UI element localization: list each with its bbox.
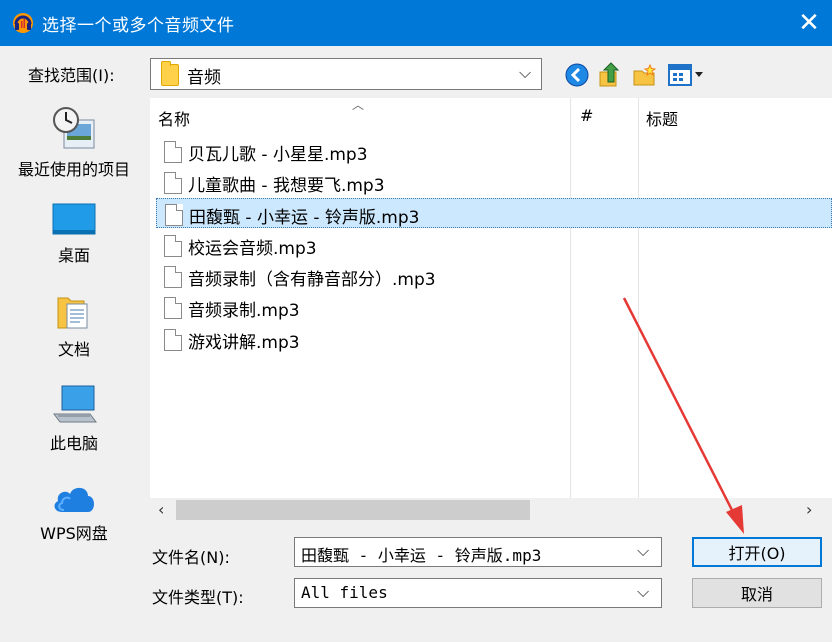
- file-icon: [164, 266, 182, 288]
- chevron-down-icon[interactable]: ⌵: [637, 582, 649, 602]
- new-folder-button[interactable]: [632, 62, 658, 88]
- file-list[interactable]: ︿ 名称 # 标题 贝瓦儿歌 - 小星星.mp3 儿童歌曲 - 我想要飞.mp3…: [150, 98, 832, 498]
- filename-label: 文件名(N):: [152, 548, 230, 567]
- place-label: 文档: [57, 340, 90, 359]
- lookin-label: 查找范围(I):: [28, 66, 115, 85]
- file-row[interactable]: 游戏讲解.mp3: [156, 324, 832, 354]
- place-label: 最近使用的项目: [17, 160, 130, 179]
- desktop-icon: [52, 203, 96, 235]
- filename-combobox[interactable]: 田馥甄 - 小幸运 - 铃声版.mp3 ⌵: [294, 537, 662, 567]
- window-title: 选择一个或多个音频文件: [42, 16, 235, 36]
- view-menu-button[interactable]: [666, 62, 710, 88]
- cancel-button[interactable]: 取消: [692, 578, 822, 608]
- up-folder-icon: [599, 62, 620, 87]
- file-icon: [164, 297, 182, 319]
- filetype-select[interactable]: All files ⌵: [294, 578, 662, 608]
- file-name: 游戏讲解.mp3: [188, 333, 300, 353]
- file-row-selected[interactable]: 田馥甄 - 小幸运 - 铃声版.mp3: [156, 198, 832, 228]
- file-icon: [165, 204, 183, 226]
- recent-items-icon: [53, 107, 95, 149]
- audacity-app-icon: [13, 13, 33, 33]
- scroll-right-icon[interactable]: ›: [806, 500, 812, 519]
- close-button[interactable]: ✕: [786, 0, 832, 46]
- new-folder-icon: [633, 63, 657, 86]
- filetype-label: 文件类型(T):: [152, 588, 244, 607]
- open-button[interactable]: 打开(O): [692, 537, 822, 567]
- file-icon: [164, 235, 182, 257]
- place-label: WPS网盘: [40, 524, 108, 543]
- file-icon: [164, 172, 182, 194]
- back-arrow-icon: [565, 63, 589, 87]
- place-documents[interactable]: 文档: [0, 292, 148, 360]
- lookin-combobox[interactable]: 音频 ⌵: [150, 58, 542, 90]
- file-row[interactable]: 贝瓦儿歌 - 小星星.mp3: [156, 136, 832, 166]
- lookin-value: 音频: [187, 68, 221, 88]
- file-name: 儿童歌曲 - 我想要飞.mp3: [188, 176, 385, 196]
- place-label: 此电脑: [49, 434, 98, 453]
- filename-value: 田馥甄 - 小幸运 - 铃声版.mp3: [301, 546, 542, 565]
- file-row[interactable]: 校运会音频.mp3: [156, 230, 832, 260]
- file-row[interactable]: 音频录制.mp3: [156, 292, 832, 322]
- filetype-value: All files: [301, 583, 388, 602]
- file-name: 音频录制（含有静音部分）.mp3: [188, 270, 436, 290]
- sort-ascending-icon: ︿: [352, 98, 365, 112]
- title-bar: 选择一个或多个音频文件 ✕: [0, 0, 832, 46]
- back-button[interactable]: [564, 62, 590, 88]
- this-pc-icon: [53, 385, 97, 423]
- file-name: 田馥甄 - 小幸运 - 铃声版.mp3: [189, 208, 420, 228]
- file-name: 校运会音频.mp3: [188, 239, 317, 259]
- file-name: 音频录制.mp3: [188, 301, 300, 321]
- documents-icon: [57, 297, 88, 329]
- up-one-level-button[interactable]: [598, 62, 622, 88]
- scrollbar-thumb[interactable]: [176, 500, 530, 520]
- scroll-left-icon[interactable]: ‹: [158, 500, 164, 519]
- place-wps-cloud[interactable]: WPS网盘: [0, 480, 148, 544]
- file-row[interactable]: 儿童歌曲 - 我想要飞.mp3: [156, 167, 832, 197]
- place-desktop[interactable]: 桌面: [0, 202, 148, 266]
- place-this-pc[interactable]: 此电脑: [0, 384, 148, 454]
- close-icon: ✕: [798, 8, 820, 38]
- view-menu-icon: [668, 64, 703, 86]
- wps-cloud-icon: [54, 487, 94, 512]
- file-icon: [164, 329, 182, 351]
- chevron-down-icon[interactable]: ⌵: [637, 541, 649, 561]
- folder-icon: [161, 61, 179, 86]
- file-name: 贝瓦儿歌 - 小星星.mp3: [188, 145, 368, 165]
- horizontal-scrollbar[interactable]: ‹ ›: [150, 498, 832, 522]
- places-bar: 最近使用的项目 桌面 文档 此电脑 WPS网盘: [0, 98, 148, 642]
- file-icon: [164, 141, 182, 163]
- place-recent-items[interactable]: 最近使用的项目: [0, 106, 148, 180]
- chevron-down-icon: ⌵: [519, 63, 532, 82]
- file-row[interactable]: 音频录制（含有静音部分）.mp3: [156, 261, 832, 291]
- place-label: 桌面: [57, 246, 90, 265]
